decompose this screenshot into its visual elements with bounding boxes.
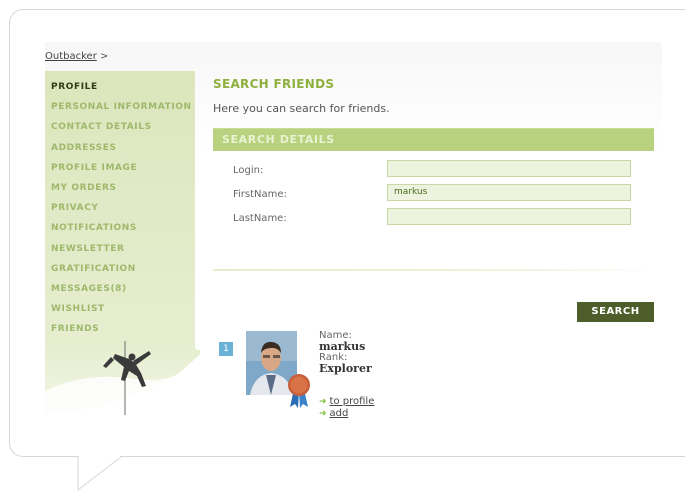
sidebar-item-contact-details[interactable]: CONTACT DETAILS (51, 117, 192, 137)
sidebar-item-my-orders[interactable]: MY ORDERS (51, 178, 192, 198)
form-divider (213, 269, 654, 271)
add-friend-link[interactable]: add (330, 408, 349, 419)
login-input[interactable] (387, 160, 631, 177)
lastname-input[interactable] (387, 208, 631, 225)
search-details-title: SEARCH DETAILS (222, 133, 335, 146)
arrow-right-icon: ➜ (319, 397, 327, 407)
rank-badge-icon (288, 374, 310, 408)
sidebar-item-messages[interactable]: MESSAGES(8) (51, 279, 192, 299)
sidebar-item-friends[interactable]: FRIENDS (51, 319, 192, 339)
sidebar-item-personal-information[interactable]: PERSONAL INFORMATION (51, 97, 192, 117)
login-row: Login: (213, 160, 654, 182)
sidebar-item-wishlist[interactable]: WISHLIST (51, 299, 192, 319)
lastname-row: LastName: (213, 208, 654, 230)
rank-value: Explorer (319, 362, 372, 375)
firstname-label: FirstName: (233, 189, 287, 200)
intro-text: Here you can search for friends. (213, 102, 390, 115)
name-value: markus (319, 340, 366, 353)
firstname-input[interactable]: markus (387, 184, 631, 201)
search-details-header: SEARCH DETAILS (213, 128, 654, 151)
lastname-label: LastName: (233, 213, 287, 224)
web-page: Outbacker > PROFILE PERSONAL INFORMATION… (45, 42, 662, 419)
sidebar-item-addresses[interactable]: ADDRESSES (51, 138, 192, 158)
breadcrumb-separator: > (100, 51, 109, 62)
login-label: Login: (233, 165, 264, 176)
sidebar-item-newsletter[interactable]: NEWSLETTER (51, 239, 192, 259)
page-title: SEARCH FRIENDS (213, 77, 335, 91)
to-profile-link[interactable]: to profile (330, 396, 375, 407)
firstname-row: FirstName: markus (213, 184, 654, 206)
result-info: Name: markus Rank: Explorer (319, 330, 372, 374)
breadcrumb: Outbacker > (45, 51, 108, 62)
arrow-right-icon: ➜ (319, 409, 327, 419)
sidebar-item-profile-image[interactable]: PROFILE IMAGE (51, 158, 192, 178)
result-index-badge: 1 (219, 342, 233, 356)
sidebar-item-privacy[interactable]: PRIVACY (51, 198, 192, 218)
sidebar-item-profile[interactable]: PROFILE (51, 77, 192, 97)
sidebar-menu: PROFILE PERSONAL INFORMATION CONTACT DET… (51, 77, 192, 339)
sidebar-item-notifications[interactable]: NOTIFICATIONS (51, 218, 192, 238)
breadcrumb-link-outbacker[interactable]: Outbacker (45, 51, 97, 62)
result-actions: ➜ to profile ➜ add (319, 396, 374, 420)
search-button[interactable]: SEARCH (577, 302, 654, 322)
sidebar-item-gratification[interactable]: GRATIFICATION (51, 259, 192, 279)
sidebar: PROFILE PERSONAL INFORMATION CONTACT DET… (45, 71, 200, 415)
